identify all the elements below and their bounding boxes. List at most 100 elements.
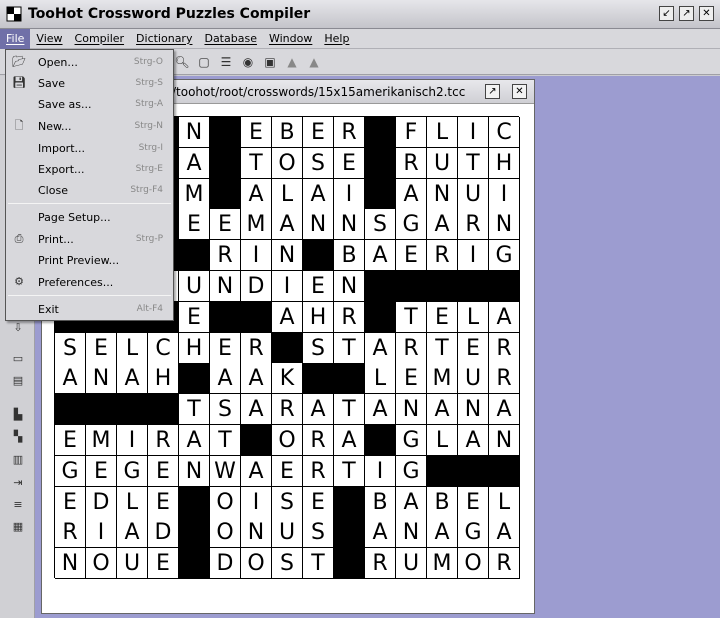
crossword-cell[interactable]: A xyxy=(241,455,272,487)
crossword-cell[interactable]: R xyxy=(272,394,303,426)
crossword-cell[interactable]: E xyxy=(334,147,365,179)
crossword-cell[interactable]: G xyxy=(396,209,427,241)
crossword-cell[interactable]: E xyxy=(303,271,334,302)
list-icon[interactable]: ☰ xyxy=(218,54,234,70)
crossword-cell[interactable]: E xyxy=(303,486,334,518)
crossword-cell[interactable]: B xyxy=(427,486,458,518)
crossword-black-cell[interactable] xyxy=(365,178,396,210)
crossword-cell[interactable]: A xyxy=(489,517,520,549)
crossword-cell[interactable]: N xyxy=(55,548,86,580)
crossword-cell[interactable]: E xyxy=(458,486,489,518)
tool-c-icon[interactable]: ▥ xyxy=(11,453,25,467)
crossword-black-cell[interactable] xyxy=(179,363,210,395)
crossword-black-cell[interactable] xyxy=(334,363,365,395)
crossword-cell[interactable]: N xyxy=(396,394,427,426)
crossword-cell[interactable]: R xyxy=(427,240,458,272)
crossword-cell[interactable]: E xyxy=(272,455,303,487)
crossword-black-cell[interactable] xyxy=(210,301,241,333)
crossword-cell[interactable]: R xyxy=(241,332,272,364)
crossword-cell[interactable]: A xyxy=(55,363,86,395)
menu-item-close[interactable]: Close Strg-F4 xyxy=(6,180,173,201)
crossword-cell[interactable]: R xyxy=(148,425,179,456)
crossword-cell[interactable]: M xyxy=(241,209,272,241)
crossword-cell[interactable]: U xyxy=(458,363,489,395)
crossword-cell[interactable]: A xyxy=(210,363,241,395)
crossword-cell[interactable]: E xyxy=(55,486,86,518)
tool-a-icon[interactable]: ▙ xyxy=(11,408,25,422)
crossword-cell[interactable]: U xyxy=(427,147,458,179)
crossword-cell[interactable]: A xyxy=(427,209,458,241)
menu-item-print-preview[interactable]: Print Preview... xyxy=(6,250,173,271)
crossword-cell[interactable]: K xyxy=(272,363,303,395)
sheet-icon[interactable]: ▣ xyxy=(262,54,278,70)
crossword-cell[interactable]: E xyxy=(427,301,458,333)
crossword-cell[interactable]: A xyxy=(458,425,489,456)
crossword-black-cell[interactable] xyxy=(489,271,520,302)
crossword-cell[interactable]: R xyxy=(365,548,396,580)
doc-maximize-icon[interactable]: ↗ xyxy=(485,84,500,99)
menu-file[interactable]: File xyxy=(0,28,31,49)
menu-database[interactable]: Database xyxy=(198,29,263,49)
menu-item-preferences[interactable]: ⚙︎ Preferences... xyxy=(6,272,173,293)
tool-d-icon[interactable]: ⇥ xyxy=(11,476,25,490)
crossword-cell[interactable]: S xyxy=(365,209,396,241)
crossword-cell[interactable]: R xyxy=(303,455,334,487)
crossword-black-cell[interactable] xyxy=(458,455,489,487)
crossword-cell[interactable]: N xyxy=(272,240,303,272)
crossword-cell[interactable]: A xyxy=(179,147,210,179)
crossword-black-cell[interactable] xyxy=(365,301,396,333)
crossword-cell[interactable]: A xyxy=(489,394,520,426)
menu-dictionary[interactable]: Dictionary xyxy=(130,29,198,49)
crossword-cell[interactable]: R xyxy=(458,209,489,241)
crossword-cell[interactable]: A xyxy=(179,425,210,456)
crossword-black-cell[interactable] xyxy=(179,517,210,549)
crossword-cell[interactable]: T xyxy=(334,332,365,364)
crossword-cell[interactable]: A xyxy=(334,425,365,456)
crossword-cell[interactable]: N xyxy=(334,209,365,241)
crossword-black-cell[interactable] xyxy=(179,548,210,580)
box-icon[interactable]: ▭ xyxy=(11,352,25,366)
crossword-cell[interactable]: I xyxy=(489,178,520,210)
crossword-black-cell[interactable] xyxy=(179,240,210,272)
crossword-cell[interactable]: T xyxy=(334,455,365,487)
crossword-cell[interactable]: A xyxy=(117,517,148,549)
menu-window[interactable]: Window xyxy=(263,29,318,49)
crossword-cell[interactable]: S xyxy=(210,394,241,426)
crossword-cell[interactable]: I xyxy=(241,240,272,272)
crossword-cell[interactable]: L xyxy=(458,301,489,333)
crossword-cell[interactable]: A xyxy=(489,301,520,333)
minimize-icon[interactable]: ↙ xyxy=(659,6,674,21)
crossword-cell[interactable]: E xyxy=(396,240,427,272)
crossword-cell[interactable]: A xyxy=(303,178,334,210)
globe-icon[interactable]: ◉ xyxy=(240,54,256,70)
down-arrow-icon[interactable]: ▲ xyxy=(306,54,322,70)
crossword-cell[interactable]: R xyxy=(489,548,520,580)
crossword-cell[interactable]: N xyxy=(179,455,210,487)
crossword-cell[interactable]: S xyxy=(272,486,303,518)
tool-b-icon[interactable]: ▚ xyxy=(11,430,25,444)
maximize-icon[interactable]: ↗ xyxy=(679,6,694,21)
crossword-cell[interactable]: N xyxy=(427,178,458,210)
crossword-cell[interactable]: O xyxy=(272,425,303,456)
crossword-cell[interactable]: T xyxy=(396,301,427,333)
crossword-cell[interactable]: U xyxy=(117,548,148,580)
crossword-cell[interactable]: U xyxy=(396,548,427,580)
crossword-black-cell[interactable] xyxy=(427,455,458,487)
crossword-cell[interactable]: A xyxy=(365,240,396,272)
crossword-cell[interactable]: A xyxy=(303,394,334,426)
crossword-cell[interactable]: E xyxy=(303,117,334,148)
crossword-cell[interactable]: I xyxy=(458,240,489,272)
crossword-black-cell[interactable] xyxy=(210,117,241,148)
crossword-cell[interactable]: B xyxy=(334,240,365,272)
menu-help[interactable]: Help xyxy=(318,29,355,49)
menu-item-print[interactable]: ⎙ Print... Strg-P xyxy=(6,229,173,250)
crossword-cell[interactable]: G xyxy=(117,455,148,487)
crossword-cell[interactable]: O xyxy=(458,548,489,580)
crossword-cell[interactable]: A xyxy=(427,394,458,426)
crossword-cell[interactable]: E xyxy=(148,455,179,487)
crossword-cell[interactable]: O xyxy=(86,548,117,580)
crossword-cell[interactable]: H xyxy=(489,147,520,179)
crossword-cell[interactable]: F xyxy=(396,117,427,148)
crossword-cell[interactable]: E xyxy=(55,425,86,456)
crossword-cell[interactable]: A xyxy=(396,178,427,210)
